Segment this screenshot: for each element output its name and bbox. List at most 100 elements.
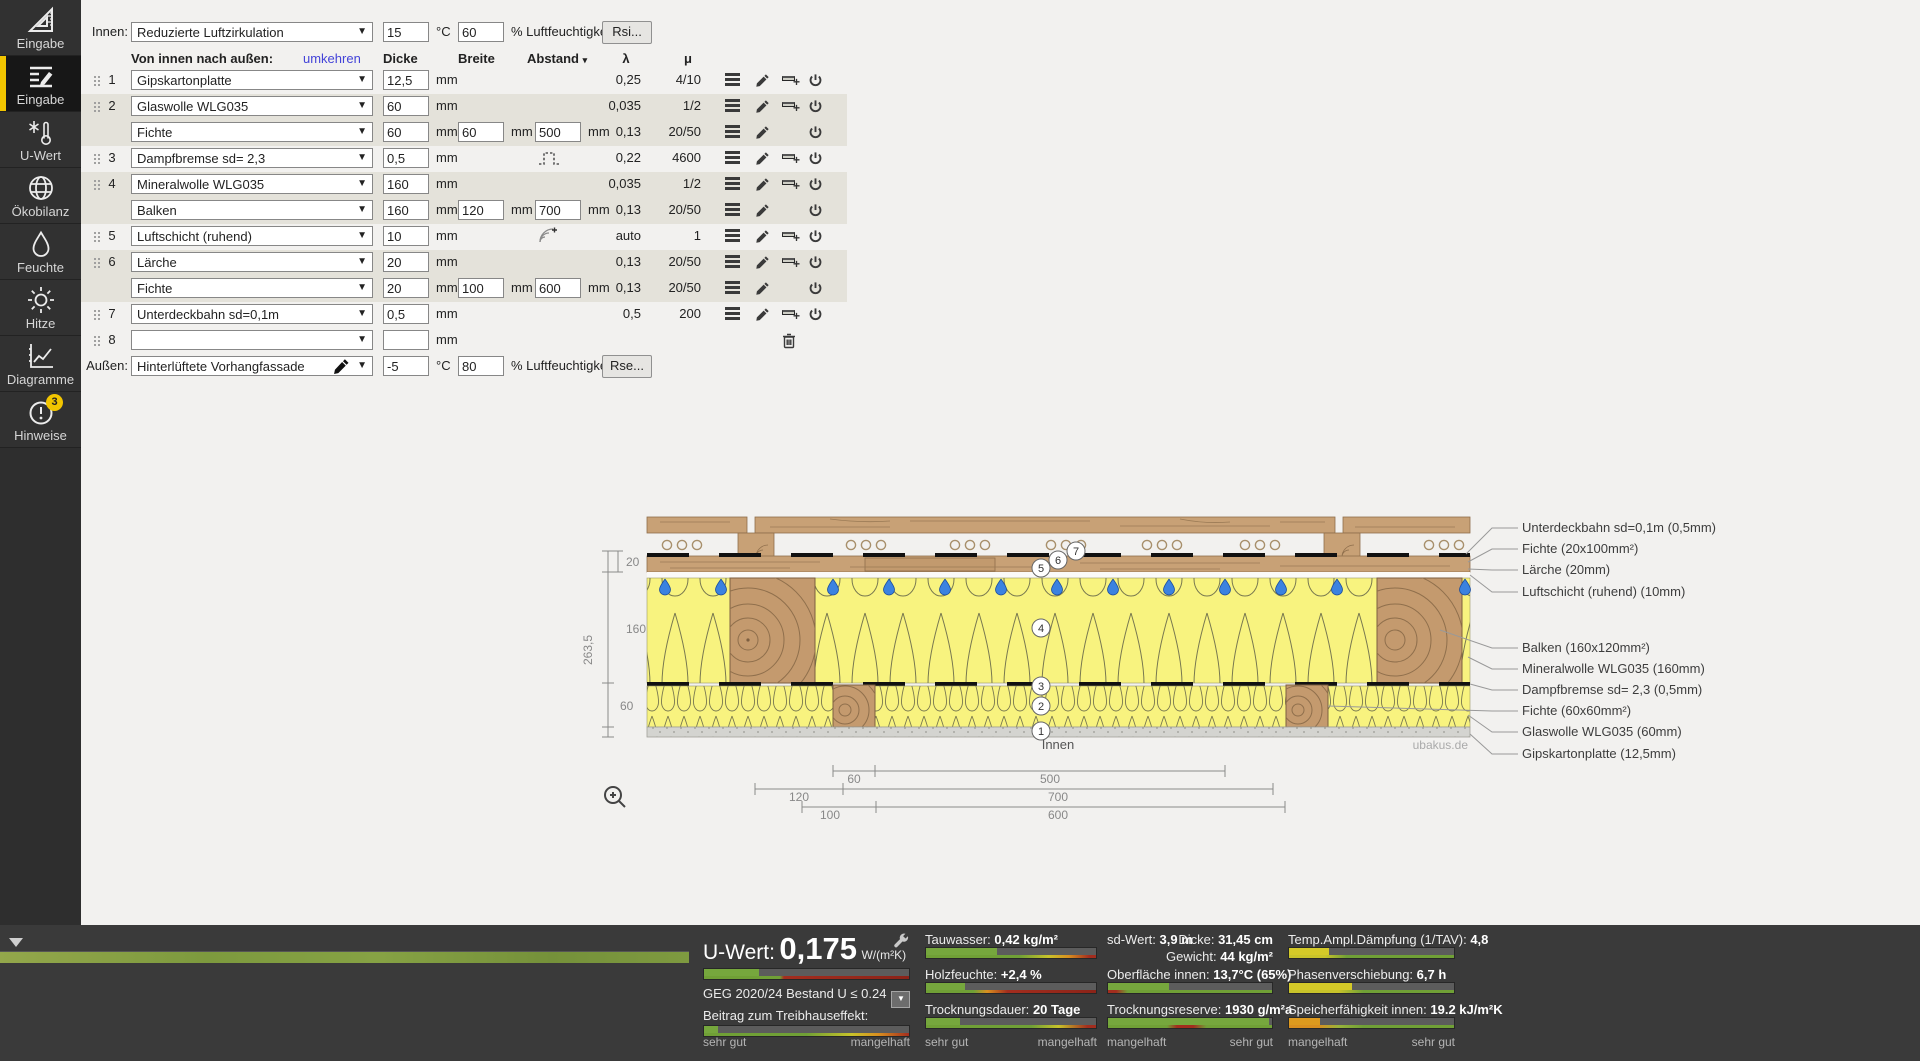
insert-layer-icon[interactable]: + xyxy=(782,151,800,167)
material-select[interactable]: Unterdeckbahn sd=0,1m▼ xyxy=(131,304,373,324)
trash-icon[interactable] xyxy=(782,333,800,349)
toggle-layer-icon[interactable] xyxy=(808,99,826,115)
material-select[interactable]: ▼ xyxy=(131,330,373,350)
thickness-input[interactable] xyxy=(383,330,429,350)
sidebar-item-diagramme[interactable]: Diagramme xyxy=(0,336,81,392)
thickness-input[interactable] xyxy=(383,70,429,90)
edit-pencil-icon[interactable] xyxy=(333,358,350,378)
invert-link[interactable]: umkehren xyxy=(303,51,361,66)
drag-handle[interactable] xyxy=(93,231,100,243)
width-input[interactable] xyxy=(458,200,504,220)
thickness-input[interactable] xyxy=(383,304,429,324)
material-select[interactable]: Gipskartonplatte▼ xyxy=(131,70,373,90)
sidebar-item-u-wert[interactable]: U-Wert xyxy=(0,112,81,168)
toggle-layer-icon[interactable] xyxy=(808,177,826,193)
material-select[interactable]: Glaswolle WLG035▼ xyxy=(131,96,373,116)
menu-icon[interactable] xyxy=(725,177,743,193)
insert-layer-icon[interactable]: + xyxy=(782,177,800,193)
toggle-layer-icon[interactable] xyxy=(808,73,826,89)
thickness-input[interactable] xyxy=(383,278,429,298)
wrench-icon[interactable] xyxy=(893,933,910,955)
menu-icon[interactable] xyxy=(725,99,743,115)
reserve-gauge xyxy=(1107,1017,1273,1029)
width-input[interactable] xyxy=(458,122,504,142)
geg-dropdown-button[interactable]: ▼ xyxy=(891,991,910,1008)
toggle-layer-icon[interactable] xyxy=(808,151,826,167)
thickness-input[interactable] xyxy=(383,174,429,194)
material-select[interactable]: Fichte▼ xyxy=(131,122,373,142)
sidebar-item-feuchte[interactable]: Feuchte xyxy=(0,224,81,280)
sidebar-item-hinweise[interactable]: 3 Hinweise xyxy=(0,392,81,448)
aussen-humidity-input[interactable] xyxy=(458,356,504,376)
insert-layer-icon[interactable]: + xyxy=(782,73,800,89)
drag-handle[interactable] xyxy=(93,257,100,269)
sidebar-item-eingabe-geometry[interactable]: Eingabe xyxy=(0,0,81,56)
toggle-layer-icon[interactable] xyxy=(808,281,826,297)
toggle-layer-icon[interactable] xyxy=(808,229,826,245)
edit-icon[interactable] xyxy=(755,281,773,297)
innen-climate-select[interactable]: Reduzierte Luftzirkulation▼ xyxy=(131,22,373,42)
wood-rings-add-icon[interactable] xyxy=(538,227,558,247)
innen-temp-input[interactable] xyxy=(383,22,429,42)
rse-button[interactable]: Rse... xyxy=(602,355,652,378)
menu-icon[interactable] xyxy=(725,307,743,323)
edit-icon[interactable] xyxy=(755,307,773,323)
thickness-input[interactable] xyxy=(383,148,429,168)
innen-humidity-input[interactable] xyxy=(458,22,504,42)
thickness-input[interactable] xyxy=(383,226,429,246)
toggle-layer-icon[interactable] xyxy=(808,203,826,219)
edit-icon[interactable] xyxy=(755,203,773,219)
menu-icon[interactable] xyxy=(725,203,743,219)
menu-icon[interactable] xyxy=(725,281,743,297)
toggle-layer-icon[interactable] xyxy=(808,307,826,323)
toggle-layer-icon[interactable] xyxy=(808,255,826,271)
edit-icon[interactable] xyxy=(755,229,773,245)
layer-marker: 3 xyxy=(1038,681,1044,693)
edit-icon[interactable] xyxy=(755,151,773,167)
aussen-temp-input[interactable] xyxy=(383,356,429,376)
thickness-input[interactable] xyxy=(383,122,429,142)
drag-handle[interactable] xyxy=(93,153,100,165)
material-select[interactable]: Dampfbremse sd= 2,3▼ xyxy=(131,148,373,168)
menu-icon[interactable] xyxy=(725,73,743,89)
sidebar-item-hitze[interactable]: Hitze xyxy=(0,280,81,336)
layer-label: Fichte (20x100mm²) xyxy=(1522,541,1638,556)
insert-layer-icon[interactable]: + xyxy=(782,255,800,271)
edit-icon[interactable] xyxy=(755,73,773,89)
toggle-layer-icon[interactable] xyxy=(808,125,826,141)
aussen-climate-select[interactable]: Hinterlüftete Vorhangfassade ▼ xyxy=(131,356,373,376)
drag-handle[interactable] xyxy=(93,101,100,113)
menu-icon[interactable] xyxy=(725,125,743,141)
menu-icon[interactable] xyxy=(725,229,743,245)
material-select[interactable]: Lärche▼ xyxy=(131,252,373,272)
zoom-icon[interactable] xyxy=(605,787,625,807)
thickness-input[interactable] xyxy=(383,200,429,220)
insert-layer-icon[interactable]: + xyxy=(782,99,800,115)
col-header-abstand[interactable]: Abstand ▾ xyxy=(527,51,587,66)
material-select[interactable]: Fichte▼ xyxy=(131,278,373,298)
material-select[interactable]: Balken▼ xyxy=(131,200,373,220)
edit-icon[interactable] xyxy=(755,255,773,271)
panel-collapse-toggle[interactable] xyxy=(9,938,23,947)
rsi-button[interactable]: Rsi... xyxy=(602,21,652,44)
drag-handle[interactable] xyxy=(93,335,100,347)
width-input[interactable] xyxy=(458,278,504,298)
edit-icon[interactable] xyxy=(755,99,773,115)
insert-layer-icon[interactable]: + xyxy=(782,229,800,245)
drag-handle[interactable] xyxy=(93,309,100,321)
construction-drawing: 20 160 60 263,5 1 2 3 4 5 6 7 Innen ubak… xyxy=(580,505,1522,820)
thickness-input[interactable] xyxy=(383,252,429,272)
sidebar-item-eingabe-layers[interactable]: Eingabe xyxy=(0,56,81,112)
drag-handle[interactable] xyxy=(93,75,100,87)
material-select[interactable]: Luftschicht (ruhend)▼ xyxy=(131,226,373,246)
menu-icon[interactable] xyxy=(725,151,743,167)
thickness-input[interactable] xyxy=(383,96,429,116)
insert-layer-icon[interactable]: + xyxy=(782,307,800,323)
sidebar-item-oekobilanz[interactable]: Ökobilanz xyxy=(0,168,81,224)
edit-icon[interactable] xyxy=(755,125,773,141)
drag-handle[interactable] xyxy=(93,179,100,191)
menu-icon[interactable] xyxy=(725,255,743,271)
membrane-profile-icon[interactable] xyxy=(538,149,560,169)
edit-icon[interactable] xyxy=(755,177,773,193)
material-select[interactable]: Mineralwolle WLG035▼ xyxy=(131,174,373,194)
